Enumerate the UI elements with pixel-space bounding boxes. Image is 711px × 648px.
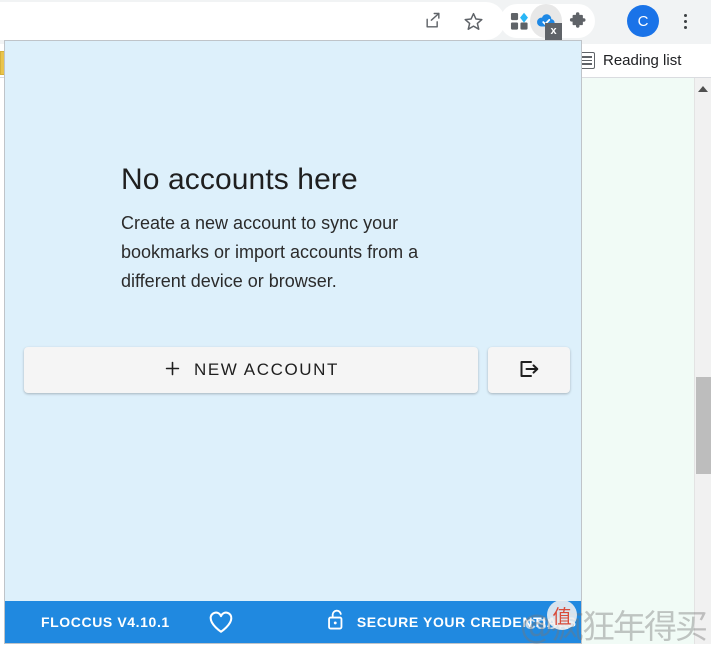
scrollbar-thumb[interactable] [696, 377, 711, 474]
browser-toolbar: x C [0, 0, 711, 44]
plus-icon [163, 359, 182, 381]
reading-list-button[interactable]: Reading list [578, 47, 681, 74]
triangle-up-icon[interactable] [698, 86, 708, 92]
secure-credentials-button[interactable]: SECURE YOUR CREDENTIALS [326, 608, 577, 636]
floccus-popup: No accounts here Create a new account to… [4, 40, 582, 644]
heart-icon[interactable] [206, 607, 236, 637]
extensions-pill: x [500, 4, 595, 40]
version-label: FLOCCUS V4.10.1 [41, 614, 170, 630]
puzzle-icon[interactable] [561, 4, 593, 38]
kebab-menu-icon[interactable] [670, 4, 700, 38]
action-row: NEW ACCOUNT [24, 347, 570, 393]
page-title: No accounts here [121, 163, 358, 196]
unlocked-padlock-icon [326, 608, 347, 636]
import-accounts-button[interactable] [488, 347, 570, 393]
empty-state-description: Create a new account to sync your bookma… [121, 213, 419, 291]
floccus-cloud-check-icon[interactable]: x [530, 4, 562, 40]
popup-footer: FLOCCUS V4.10.1 SECURE YOUR CREDENTIALS [5, 601, 581, 643]
floccus-badge: x [545, 23, 562, 40]
popup-content: No accounts here Create a new account to… [5, 41, 581, 603]
empty-state: No accounts here Create a new account to… [121, 163, 481, 296]
secure-credentials-label: SECURE YOUR CREDENTIALS [356, 614, 577, 630]
import-export-arrow-icon [517, 357, 541, 384]
page-scrollbar[interactable] [694, 77, 711, 644]
add-new-account-button[interactable]: NEW ACCOUNT [24, 347, 478, 393]
star-icon[interactable] [456, 4, 490, 38]
avatar[interactable]: C [627, 5, 659, 37]
share-icon[interactable] [416, 4, 450, 38]
reading-list-label: Reading list [603, 52, 682, 69]
add-new-account-label: NEW ACCOUNT [193, 360, 340, 379]
